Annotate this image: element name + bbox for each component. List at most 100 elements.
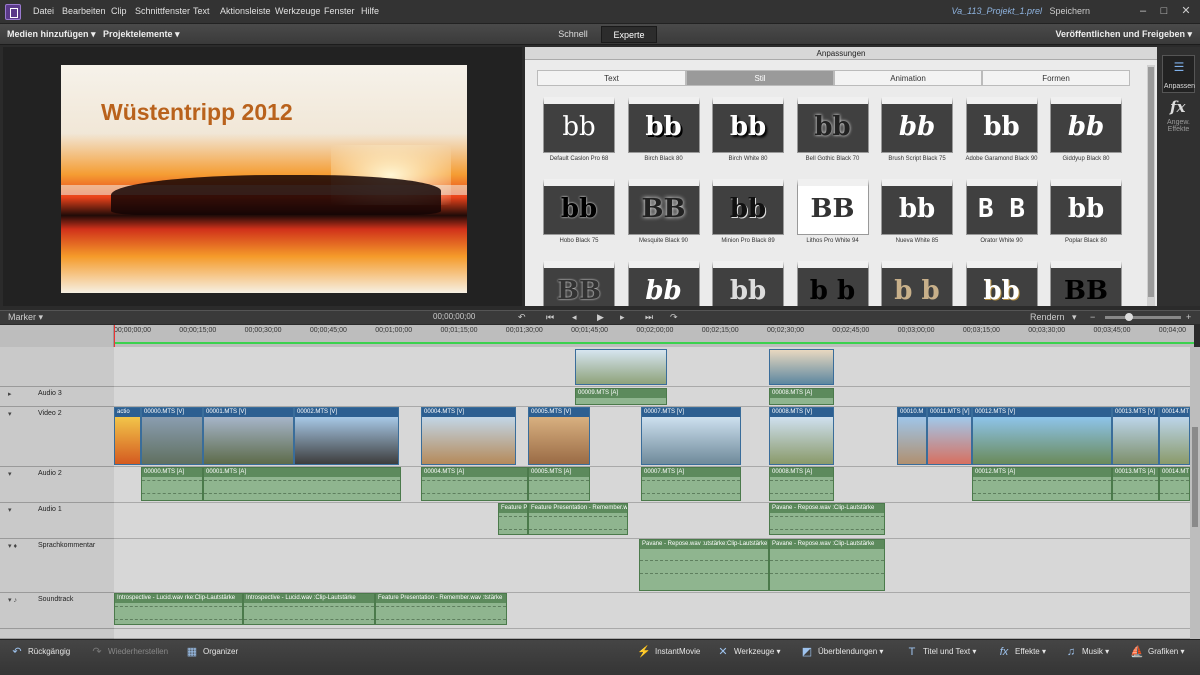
menu-schnittfenster[interactable]: Schnittfenster bbox=[135, 6, 190, 16]
applied-effects-button[interactable]: fx Angew. Effekte bbox=[1160, 97, 1197, 137]
zoom-handle[interactable] bbox=[1125, 313, 1133, 321]
collapse-icon[interactable]: ▾ bbox=[8, 410, 12, 418]
settings-dropdown-icon[interactable]: ▾ bbox=[1072, 312, 1077, 323]
menu-clip[interactable]: Clip bbox=[111, 6, 127, 16]
menu-bearbeiten[interactable]: Bearbeiten bbox=[62, 6, 106, 16]
render-button[interactable]: Rendern bbox=[1030, 312, 1065, 322]
instantmovie-button[interactable]: ⚡ InstantMovie bbox=[637, 645, 700, 659]
video2-clip[interactable]: 00008.MTS [V] bbox=[769, 407, 834, 465]
voiceover-clip[interactable]: Pavane - Repose.wav :utstärke:Clip-Lauts… bbox=[639, 539, 769, 591]
effects-button[interactable]: fx Effekte ▾ bbox=[997, 645, 1046, 659]
track-area-audio3[interactable]: 00009.MTS [A] 00008.MTS [A] bbox=[114, 387, 1190, 407]
redo-button[interactable]: ↷ Wiederherstellen bbox=[90, 645, 168, 659]
video2-clip[interactable]: 00014.MTS bbox=[1159, 407, 1190, 465]
audio2-clip[interactable]: 00008.MTS [A] bbox=[769, 467, 834, 501]
save-button[interactable]: Speichern bbox=[1049, 6, 1090, 16]
mode-quick-button[interactable]: Schnell bbox=[549, 26, 597, 43]
style-preset[interactable]: bb bbox=[712, 261, 784, 306]
style-preset[interactable]: bb Nueva White 85 bbox=[881, 179, 953, 249]
audio2-clip[interactable]: 00014.MTS bbox=[1159, 467, 1190, 501]
style-preset[interactable]: bb Poplar Black 80 bbox=[1050, 179, 1122, 249]
track-area-soundtrack[interactable]: Introspective - Lucid.wav rke:Clip-Lauts… bbox=[114, 593, 1190, 629]
video2-clip[interactable]: 00007.MTS [V] bbox=[641, 407, 741, 465]
audio1-clip[interactable]: Feature Presentation - Remember.wav bbox=[528, 503, 628, 535]
menu-text[interactable]: Text bbox=[193, 6, 210, 16]
panel-scroll-thumb[interactable] bbox=[1148, 67, 1154, 297]
style-preset[interactable]: b b bbox=[881, 261, 953, 306]
video3-clip-b[interactable] bbox=[769, 349, 834, 385]
style-preset[interactable]: BB bbox=[543, 261, 615, 306]
step-back-icon[interactable]: ↶ bbox=[518, 312, 526, 323]
titles-button[interactable]: T Titel und Text ▾ bbox=[905, 645, 977, 659]
publish-dropdown[interactable]: Veröffentlichen und Freigeben ▾ bbox=[1055, 29, 1192, 40]
next-frame-icon[interactable]: ▸ bbox=[620, 312, 625, 323]
style-preset[interactable]: bb Giddyup Black 80 bbox=[1050, 97, 1122, 167]
soundtrack-clip[interactable]: Introspective - Lucid.wav rke:Clip-Lauts… bbox=[114, 593, 243, 625]
timeline-scrollbar[interactable] bbox=[1190, 347, 1200, 639]
style-preset[interactable]: bb Minion Pro Black 89 bbox=[712, 179, 784, 249]
audio2-clip[interactable]: 00000.MTS [A] bbox=[141, 467, 203, 501]
style-preset[interactable]: b b bbox=[796, 261, 869, 306]
style-preset[interactable]: bb Brush Script Black 75 bbox=[881, 97, 953, 167]
tools-button[interactable]: ✕ Werkzeuge ▾ bbox=[716, 645, 780, 659]
graphics-button[interactable]: ⛵ Grafiken ▾ bbox=[1130, 645, 1184, 659]
style-preset[interactable]: bb bbox=[627, 261, 700, 306]
menu-fenster[interactable]: Fenster bbox=[324, 6, 355, 16]
audio3-clip-b[interactable]: 00008.MTS [A] bbox=[769, 388, 834, 405]
transitions-button[interactable]: ◩ Überblendungen ▾ bbox=[800, 645, 884, 659]
play-icon[interactable]: ▶ bbox=[597, 312, 604, 323]
maximize-icon[interactable]: □ bbox=[1158, 5, 1170, 17]
project-assets-dropdown[interactable]: Projektelemente ▾ bbox=[103, 29, 180, 40]
style-preset[interactable]: B B Orator White 90 bbox=[965, 179, 1038, 249]
audio2-clip[interactable]: 00004.MTS [A] bbox=[421, 467, 528, 501]
menu-datei[interactable]: Datei bbox=[33, 6, 54, 16]
minimize-icon[interactable]: – bbox=[1137, 5, 1149, 17]
collapse-icon[interactable]: ▾ ♪ bbox=[8, 596, 17, 604]
video2-clip[interactable]: 00000.MTS [V] bbox=[141, 407, 203, 465]
music-button[interactable]: ♫ Musik ▾ bbox=[1064, 645, 1109, 659]
marker-dropdown[interactable]: Marker ▾ bbox=[8, 312, 43, 323]
style-preset[interactable]: bb Birch White 80 bbox=[712, 97, 784, 167]
preview-frame[interactable]: Wüstentripp 2012 bbox=[61, 65, 467, 293]
style-preset[interactable]: bb Default Caslon Pro 68 bbox=[543, 97, 615, 167]
go-to-end-icon[interactable]: ⏭ bbox=[645, 312, 653, 323]
menu-werkzeuge[interactable]: Werkzeuge bbox=[275, 6, 320, 16]
preview-title-text[interactable]: Wüstentripp 2012 bbox=[101, 99, 293, 126]
expand-icon[interactable]: ▸ bbox=[8, 390, 12, 398]
audio2-clip[interactable]: 00005.MTS [A] bbox=[528, 467, 590, 501]
audio1-clip[interactable]: Pavane - Repose.wav :Clip-Lautstärke bbox=[769, 503, 885, 535]
undo-button[interactable]: ↶ Rückgängig bbox=[10, 645, 70, 659]
style-preset[interactable]: bb Bell Gothic Black 70 bbox=[796, 97, 869, 167]
previous-frame-icon[interactable]: ◂ bbox=[572, 312, 577, 323]
video2-clip[interactable]: 00011.MTS [V] bbox=[927, 407, 972, 465]
voiceover-clip[interactable]: Pavane - Repose.wav :Clip-Lautstärke bbox=[769, 539, 885, 591]
style-preset[interactable]: bb Hobo Black 75 bbox=[543, 179, 615, 249]
add-media-dropdown[interactable]: Medien hinzufügen ▾ bbox=[7, 29, 96, 40]
video3-clip-a[interactable] bbox=[575, 349, 667, 385]
go-to-start-icon[interactable]: ⏮ bbox=[546, 312, 554, 323]
zoom-out-icon[interactable]: − bbox=[1090, 312, 1095, 322]
adjust-button[interactable]: ☰ Anpassen bbox=[1162, 55, 1195, 93]
audio2-clip[interactable]: 00012.MTS [A] bbox=[972, 467, 1112, 501]
video2-clip[interactable]: 00012.MTS [V] bbox=[972, 407, 1112, 465]
style-preset[interactable]: BB bbox=[1050, 261, 1122, 306]
timeline-scroll-thumb[interactable] bbox=[1192, 427, 1198, 527]
preview-monitor[interactable]: Wüstentripp 2012 bbox=[3, 47, 522, 306]
track-area-video2[interactable]: actio 00000.MTS [V] 00001.MTS [V] 00002.MTS… bbox=[114, 407, 1190, 467]
menu-hilfe[interactable]: Hilfe bbox=[361, 6, 379, 16]
video2-clip[interactable]: 00002.MTS [V] bbox=[294, 407, 399, 465]
menu-aktionsleiste[interactable]: Aktionsleiste bbox=[220, 6, 271, 16]
style-preset[interactable]: bb Birch Black 80 bbox=[627, 97, 700, 167]
track-area-voiceover[interactable]: Pavane - Repose.wav :utstärke:Clip-Lauts… bbox=[114, 539, 1190, 593]
audio2-clip[interactable]: 00013.MTS [A] bbox=[1112, 467, 1159, 501]
video2-clip[interactable]: 00010.M bbox=[897, 407, 927, 465]
track-area-video3[interactable] bbox=[114, 347, 1190, 387]
video2-clip[interactable]: actio bbox=[114, 407, 141, 465]
style-preset[interactable]: bb bbox=[965, 261, 1038, 306]
audio2-clip[interactable]: 00007.MTS [A] bbox=[641, 467, 741, 501]
video2-clip[interactable]: 00005.MTS [V] bbox=[528, 407, 590, 465]
timeline-ruler[interactable]: 00;00;00;00 00;00;15;00 00;00;30;00 00;00;4… bbox=[114, 325, 1194, 347]
mode-expert-button[interactable]: Experte bbox=[601, 26, 657, 43]
zoom-slider[interactable] bbox=[1105, 313, 1181, 321]
audio3-clip-a[interactable]: 00009.MTS [A] bbox=[575, 388, 667, 405]
